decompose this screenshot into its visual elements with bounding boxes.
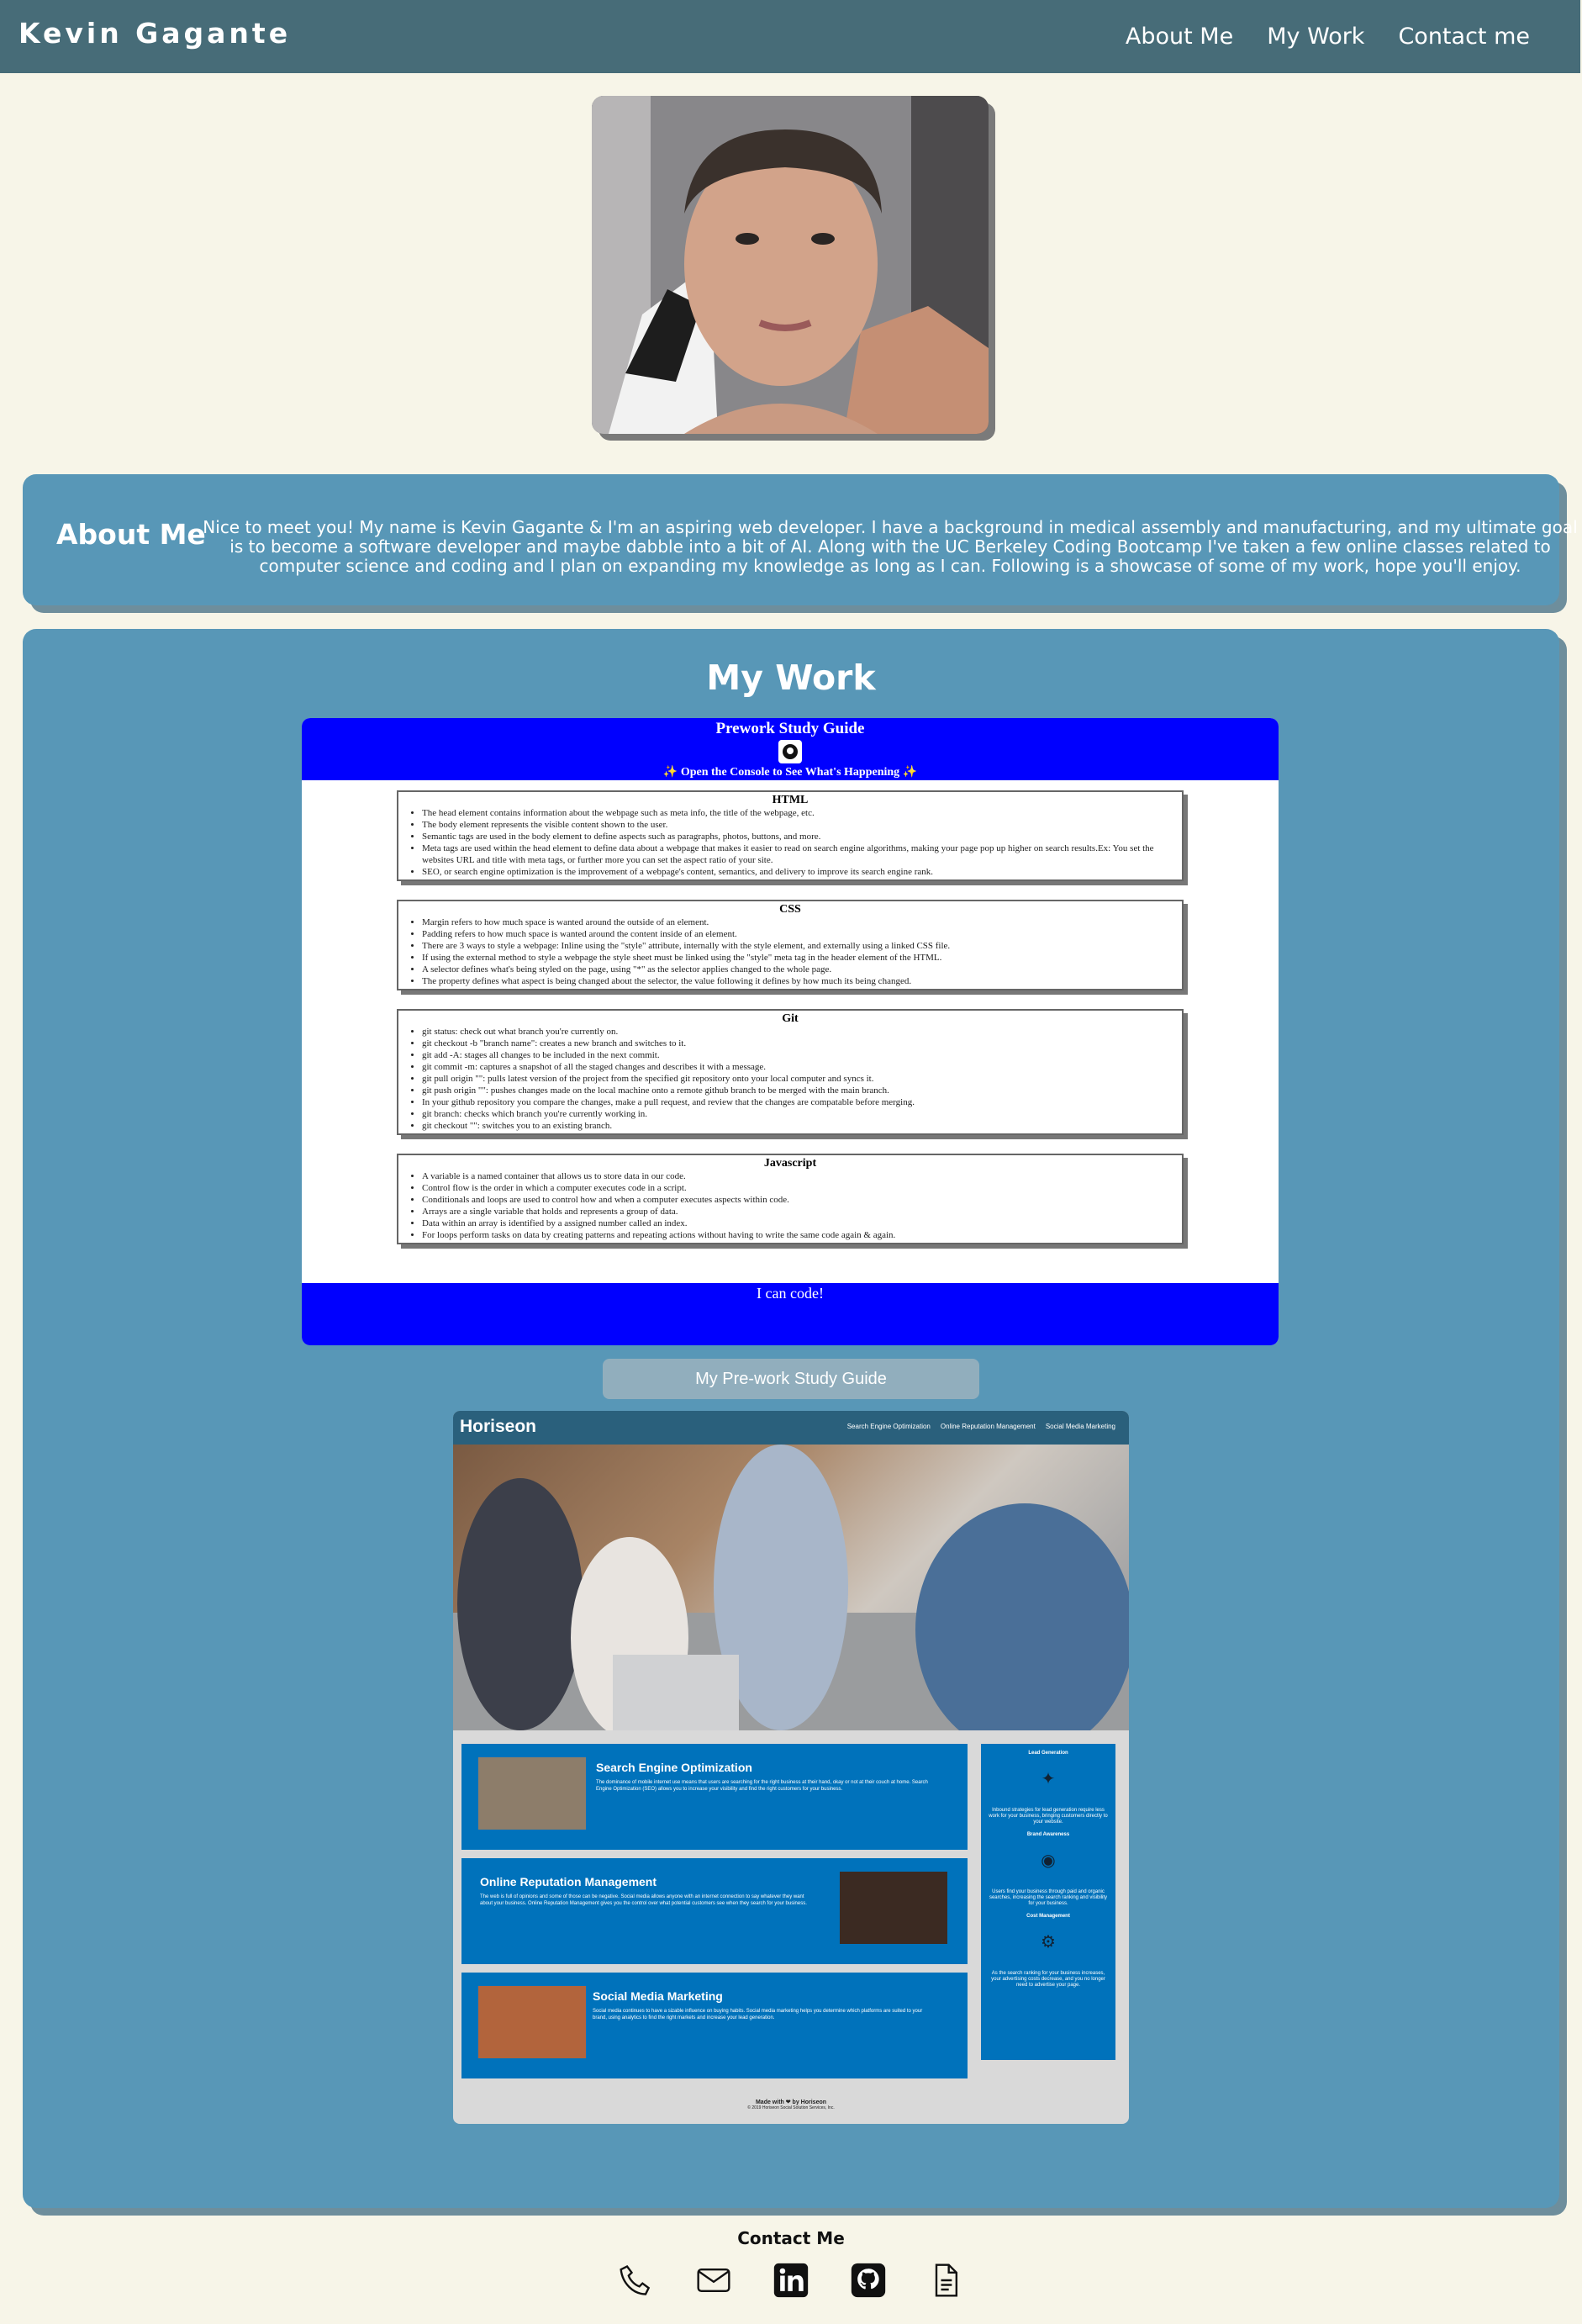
horiseon-card-title: Social Media Marketing xyxy=(593,1989,723,2003)
guide-item: For loops perform tasks on data by creat… xyxy=(422,1229,1172,1241)
horiseon-footer-made: Made with ❤ by Horiseon xyxy=(755,2100,827,2105)
benefit-title: Lead Generation xyxy=(1028,1751,1068,1756)
guide-item: git pull origin "": pulls latest version… xyxy=(422,1073,1172,1085)
guide-section-css: CSS Margin refers to how much space is w… xyxy=(397,900,1184,990)
guide-item: Margin refers to how much space is wante… xyxy=(422,916,1172,928)
main-nav: About Me My Work Contact me xyxy=(1126,24,1530,50)
guide-logo-icon xyxy=(778,740,802,763)
horiseon-card-text: The dominance of mobile internet use mea… xyxy=(596,1780,928,1792)
guide-item: git checkout -b "branch name": creates a… xyxy=(422,1038,1172,1049)
guide-section-heading: Javascript xyxy=(763,1157,817,1170)
horiseon-nav-item: Social Media Marketing xyxy=(1045,1423,1115,1430)
horiseon-nav-item: Online Reputation Management xyxy=(940,1423,1036,1430)
contact-icons xyxy=(0,2260,1582,2300)
guide-item: SEO, or search engine optimization is th… xyxy=(422,866,1172,878)
work-section: My Work Prework Study Guide ✨ Open the C… xyxy=(23,629,1559,2208)
horiseon-screenshot[interactable]: Horiseon Search Engine Optimization Onli… xyxy=(453,1411,1129,2124)
about-section: About Me Nice to meet you! My name is Ke… xyxy=(23,474,1578,605)
horiseon-nav: Search Engine Optimization Online Reputa… xyxy=(847,1423,1115,1430)
horiseon-hero-image xyxy=(453,1445,1129,1756)
work-title: My Work xyxy=(706,658,876,698)
guide-item: git branch: checks which branch you're c… xyxy=(422,1108,1172,1120)
about-title: About Me xyxy=(56,518,206,551)
benefit-text: As the search ranking for your business … xyxy=(991,1971,1105,1988)
resume-icon[interactable] xyxy=(925,2260,966,2300)
benefit-text: Inbound strategies for lead generation r… xyxy=(989,1808,1108,1825)
social-image xyxy=(478,1986,586,2058)
guide-item: git push origin "": pushes changes made … xyxy=(422,1085,1172,1096)
guide-header: Prework Study Guide ✨ Open the Console t… xyxy=(302,718,1279,780)
horiseon-header: Horiseon Search Engine Optimization Onli… xyxy=(453,1411,1129,1445)
guide-item: Semantic tags are used in the body eleme… xyxy=(422,831,1172,842)
horiseon-card-text: Social media continues to have a sizable… xyxy=(593,2009,923,2020)
site-brand[interactable]: Kevin Gagante xyxy=(18,17,291,50)
contact-title: Contact Me xyxy=(737,2228,845,2248)
benefit-title: Brand Awareness xyxy=(1026,1832,1070,1837)
guide-section-heading: Git xyxy=(782,1012,799,1025)
nav-link-contact[interactable]: Contact me xyxy=(1398,24,1530,50)
guide-item: Arrays are a single variable that holds … xyxy=(422,1206,1172,1217)
horiseon-nav-item: Search Engine Optimization xyxy=(846,1423,931,1430)
benefit-text: Users find your business through paid an… xyxy=(989,1889,1108,1906)
guide-section-heading: CSS xyxy=(779,903,801,916)
horiseon-benefits: Lead Generation ✦ Inbound strategies for… xyxy=(981,1744,1115,2060)
guide-item: In your github repository you compare th… xyxy=(422,1096,1172,1108)
reputation-image xyxy=(840,1872,947,1944)
seo-image xyxy=(478,1757,586,1830)
horiseon-brand: Horiseon xyxy=(460,1417,537,1436)
guide-section-javascript: Javascript A variable is a named contain… xyxy=(397,1154,1184,1244)
guide-footer: I can code! xyxy=(302,1283,1279,1345)
horiseon-card-social: Social Media Marketing Social media cont… xyxy=(461,1973,968,2078)
nav-link-work[interactable]: My Work xyxy=(1267,24,1364,50)
about-text: Nice to meet you! My name is Kevin Gagan… xyxy=(203,517,1578,576)
guide-item: git add -A: stages all changes to be inc… xyxy=(422,1049,1172,1061)
guide-section-heading: HTML xyxy=(772,794,809,806)
guide-title: Prework Study Guide xyxy=(715,720,865,737)
guide-item: The body element represents the visible … xyxy=(422,819,1172,831)
guide-item: The property defines what aspect is bein… xyxy=(422,975,1172,987)
guide-item: git checkout "": switches you to an exis… xyxy=(422,1120,1172,1132)
horiseon-card-seo: Search Engine Optimization The dominance… xyxy=(461,1744,968,1850)
study-guide-screenshot[interactable]: Prework Study Guide ✨ Open the Console t… xyxy=(302,718,1279,1345)
guide-item: Data within an array is identified by a … xyxy=(422,1217,1172,1229)
broadcast-icon: ◉ xyxy=(1041,1851,1056,1870)
guide-item: A variable is a named container that all… xyxy=(422,1170,1172,1182)
guide-item: The head element contains information ab… xyxy=(422,807,1172,819)
horiseon-card-reputation: Online Reputation Management The web is … xyxy=(461,1858,968,1964)
guide-item: There are 3 ways to style a webpage: Inl… xyxy=(422,940,1172,952)
horiseon-card-text: The web is full of opinions and some of … xyxy=(480,1894,807,1906)
guide-subtitle: ✨ Open the Console to See What's Happeni… xyxy=(662,766,918,779)
guide-section-html: HTML The head element contains informati… xyxy=(397,790,1184,881)
horiseon-card-title: Search Engine Optimization xyxy=(596,1761,752,1774)
horiseon-footer-copy: © 2019 Horiseon Social Solution Services… xyxy=(747,2105,835,2110)
profile-photo xyxy=(592,96,989,434)
prework-guide-button[interactable]: My Pre-work Study Guide xyxy=(603,1359,979,1399)
guide-item: If using the external method to style a … xyxy=(422,952,1172,964)
mail-icon[interactable] xyxy=(693,2260,734,2300)
guide-item: A selector defines what's being styled o… xyxy=(422,964,1172,975)
guide-item: Control flow is the order in which a com… xyxy=(422,1182,1172,1194)
guide-item: git commit -m: captures a snapshot of al… xyxy=(422,1061,1172,1073)
horiseon-card-title: Online Reputation Management xyxy=(480,1875,657,1888)
benefit-title: Cost Management xyxy=(1026,1914,1070,1919)
page: Kevin Gagante About Me My Work Contact m… xyxy=(0,0,1582,2324)
lightbulb-icon: ✦ xyxy=(1041,1770,1056,1788)
guide-section-git: Git git status: check out what branch yo… xyxy=(397,1009,1184,1135)
top-nav-bar: Kevin Gagante About Me My Work Contact m… xyxy=(0,0,1580,73)
guide-item: Conditionals and loops are used to contr… xyxy=(422,1194,1172,1206)
phone-icon[interactable] xyxy=(616,2260,657,2300)
linkedin-icon[interactable] xyxy=(771,2260,811,2300)
github-icon[interactable] xyxy=(848,2260,889,2300)
guide-item: Padding refers to how much space is want… xyxy=(422,928,1172,940)
guide-item: Meta tags are used within the head eleme… xyxy=(422,842,1172,866)
guide-item: git status: check out what branch you're… xyxy=(422,1026,1172,1038)
horiseon-footer: Made with ❤ by Horiseon © 2019 Horiseon … xyxy=(453,2099,1129,2110)
cost-gear-icon: ⚙ xyxy=(1041,1933,1056,1952)
nav-link-about[interactable]: About Me xyxy=(1126,24,1233,50)
